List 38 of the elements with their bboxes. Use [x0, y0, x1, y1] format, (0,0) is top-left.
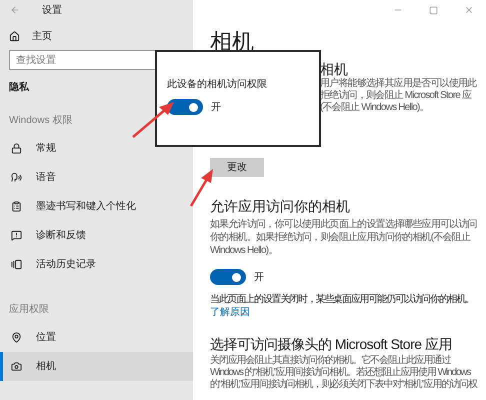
section-heading: 允许应用访问你的相机	[210, 197, 351, 215]
nav-item[interactable]: 相机	[0, 352, 193, 381]
group-title: Windows 权限	[9, 114, 72, 128]
nav-item[interactable]: 位置	[0, 323, 193, 352]
toggle-switch[interactable]	[167, 99, 203, 115]
toggle-switch[interactable]	[210, 269, 246, 285]
group-title: 应用权限	[9, 302, 49, 317]
section-heading: 选择可访问摄像头的 Microsoft Store 应用	[210, 335, 453, 353]
description-text: 如果允许访问，你可以使用此页面上的设置选择哪些应用可以访问你的相机。如果拒绝访问，则会阻止应用访问你的相机(不会阻止 Windows Hello)。	[210, 218, 478, 257]
change-button[interactable]: 更改	[210, 158, 264, 177]
home-item[interactable]: 主页	[0, 22, 193, 50]
maximize-icon[interactable]	[429, 6, 438, 14]
note-text: 当此页面上的设置关闭时，某些桌面应用可能仍可以访问你的相机。	[210, 293, 476, 306]
camera-icon	[11, 361, 22, 372]
section-heading: 相机	[320, 60, 349, 78]
chat-icon	[11, 230, 22, 241]
home-icon	[9, 30, 20, 42]
arrow	[132, 102, 174, 138]
toggle-label: 开	[254, 270, 264, 284]
pin-icon	[11, 332, 22, 343]
toggle-label: 开	[211, 100, 221, 114]
back-icon[interactable]	[10, 5, 20, 15]
description-line: 用户将能够选择其应用是否可以使用此	[320, 78, 478, 90]
nav-item[interactable]: 常规	[0, 134, 193, 163]
learn-more-link[interactable]: 了解原因	[210, 306, 250, 319]
timeline-icon	[11, 259, 22, 270]
nav-item[interactable]: 墨迹书写和键入个性化	[0, 192, 193, 221]
description-text: 关闭应用会阻止其直接访问你的相机。它不会阻止此应用通过 Windows 的“相机”应用间接访问相机。若还想阻止应用使用 Windows 的“相机”应用间接访问相机，则必须关闭下表中对“相机”应用的访问权	[210, 355, 478, 391]
speech-icon	[11, 172, 22, 183]
nav-item[interactable]: 活动历史记录	[0, 250, 193, 279]
nav-item[interactable]: 语音	[0, 163, 193, 192]
nav-item[interactable]: 诊断和反馈	[0, 221, 193, 250]
window-title: 设置	[42, 4, 62, 18]
lock-icon	[11, 143, 22, 154]
close-icon[interactable]	[464, 5, 474, 15]
popup-label: 此设备的相机访问权限	[167, 79, 268, 91]
section-title: 隐私	[9, 80, 29, 95]
clipboard-icon	[11, 201, 22, 212]
